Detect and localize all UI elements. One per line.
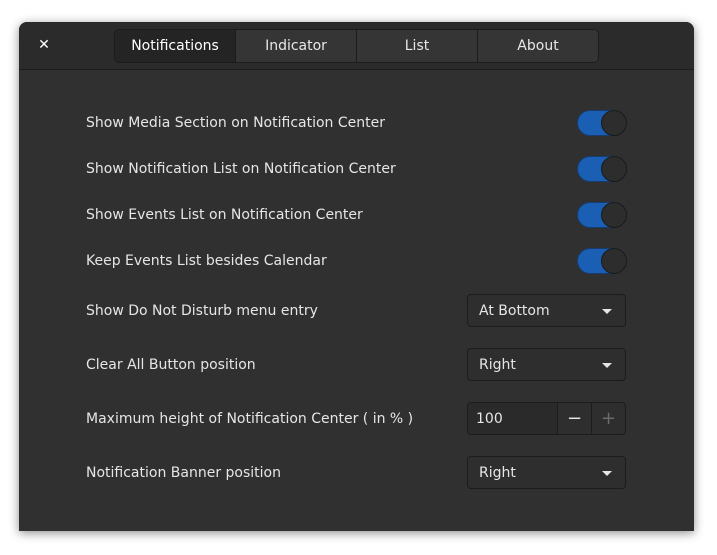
- show-media-switch[interactable]: [577, 110, 627, 136]
- clear-all-position-dropdown[interactable]: Right: [467, 348, 626, 381]
- clear-all-position-label: Clear All Button position: [86, 357, 256, 373]
- tab-indicator[interactable]: Indicator: [235, 30, 356, 62]
- chevron-down-icon: [602, 471, 612, 476]
- keep-events-list-label: Keep Events List besides Calendar: [86, 253, 327, 269]
- show-notification-list-label: Show Notification List on Notification C…: [86, 161, 396, 177]
- switch-knob: [601, 156, 627, 182]
- tab-about[interactable]: About: [477, 30, 598, 62]
- show-media-label: Show Media Section on Notification Cente…: [86, 115, 385, 131]
- show-events-list-switch[interactable]: [577, 202, 627, 228]
- switch-knob: [601, 202, 627, 228]
- dropdown-value: Right: [479, 465, 516, 481]
- dropdown-value: At Bottom: [479, 303, 550, 319]
- preferences-window: ✕ Notifications Indicator List About Sho…: [19, 22, 694, 531]
- tab-bar: Notifications Indicator List About: [114, 29, 599, 63]
- decrement-button[interactable]: −: [557, 403, 591, 434]
- switch-knob: [601, 248, 627, 274]
- dnd-menu-entry-label: Show Do Not Disturb menu entry: [86, 303, 318, 319]
- max-height-spinbutton: − +: [467, 402, 626, 435]
- close-button[interactable]: ✕: [33, 34, 55, 56]
- dropdown-value: Right: [479, 357, 516, 373]
- tab-list[interactable]: List: [356, 30, 477, 62]
- switch-knob: [601, 110, 627, 136]
- tab-notifications[interactable]: Notifications: [115, 30, 235, 62]
- show-events-list-label: Show Events List on Notification Center: [86, 207, 363, 223]
- headerbar: ✕ Notifications Indicator List About: [19, 22, 694, 70]
- increment-button[interactable]: +: [591, 403, 625, 434]
- chevron-down-icon: [602, 363, 612, 368]
- show-notification-list-switch[interactable]: [577, 156, 627, 182]
- max-height-label: Maximum height of Notification Center ( …: [86, 411, 414, 427]
- banner-position-dropdown[interactable]: Right: [467, 456, 626, 489]
- keep-events-list-switch[interactable]: [577, 248, 627, 274]
- chevron-down-icon: [602, 309, 612, 314]
- banner-position-label: Notification Banner position: [86, 465, 281, 481]
- close-icon: ✕: [38, 37, 50, 53]
- max-height-input[interactable]: [468, 403, 557, 434]
- dnd-menu-entry-dropdown[interactable]: At Bottom: [467, 294, 626, 327]
